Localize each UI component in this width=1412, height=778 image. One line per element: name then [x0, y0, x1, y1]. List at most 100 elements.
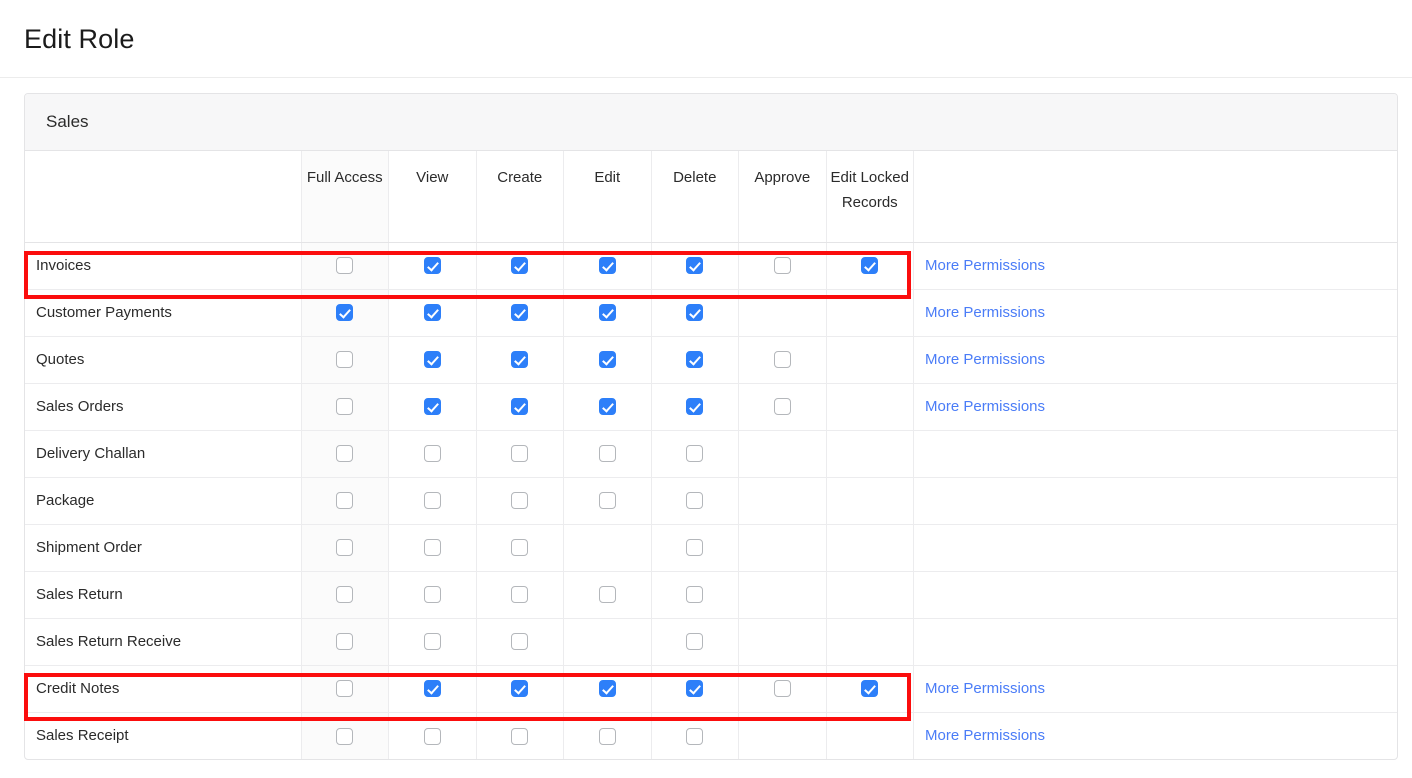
checkbox-approve[interactable] — [774, 398, 791, 415]
checkbox-view[interactable] — [424, 539, 441, 556]
checkbox-view[interactable] — [424, 728, 441, 745]
cell-edit-locked-records — [826, 242, 914, 289]
checkbox-full-access[interactable] — [336, 351, 353, 368]
more-permissions-link[interactable]: More Permissions — [925, 727, 1045, 744]
checkbox-delete[interactable] — [686, 257, 703, 274]
checkbox-view[interactable] — [424, 680, 441, 697]
checkbox-create[interactable] — [511, 304, 528, 321]
checkbox-full-access[interactable] — [336, 257, 353, 274]
checkbox-edit[interactable] — [599, 351, 616, 368]
checkbox-edit[interactable] — [599, 492, 616, 509]
cell-edit-locked-records — [826, 618, 914, 665]
table-row: Sales OrdersMore Permissions — [25, 383, 1398, 430]
cell-create — [476, 242, 564, 289]
column-header-view: View — [389, 151, 477, 242]
checkbox-create[interactable] — [511, 445, 528, 462]
checkbox-placeholder — [861, 302, 878, 319]
checkbox-delete[interactable] — [686, 398, 703, 415]
row-label: Sales Return — [25, 571, 301, 618]
checkbox-create[interactable] — [511, 492, 528, 509]
cell-create — [476, 430, 564, 477]
checkbox-create[interactable] — [511, 633, 528, 650]
cell-delete — [651, 618, 739, 665]
checkbox-full-access[interactable] — [336, 539, 353, 556]
column-header-more — [914, 151, 1399, 242]
cell-delete — [651, 571, 739, 618]
cell-full-access — [301, 336, 389, 383]
checkbox-create[interactable] — [511, 257, 528, 274]
cell-more-permissions: More Permissions — [914, 383, 1399, 430]
checkbox-edit[interactable] — [599, 257, 616, 274]
checkbox-view[interactable] — [424, 492, 441, 509]
cell-edit-locked-records — [826, 383, 914, 430]
checkbox-edit-locked-records[interactable] — [861, 257, 878, 274]
row-label: Customer Payments — [25, 289, 301, 336]
checkbox-delete[interactable] — [686, 304, 703, 321]
checkbox-full-access[interactable] — [336, 445, 353, 462]
checkbox-view[interactable] — [424, 398, 441, 415]
checkbox-full-access[interactable] — [336, 304, 353, 321]
checkbox-full-access[interactable] — [336, 633, 353, 650]
checkbox-edit[interactable] — [599, 680, 616, 697]
column-header-full-access: Full Access — [301, 151, 389, 242]
cell-edit — [564, 524, 652, 571]
checkbox-delete[interactable] — [686, 680, 703, 697]
more-permissions-link[interactable]: More Permissions — [925, 304, 1045, 321]
checkbox-delete[interactable] — [686, 492, 703, 509]
more-permissions-link[interactable]: More Permissions — [925, 398, 1045, 415]
checkbox-view[interactable] — [424, 351, 441, 368]
checkbox-view[interactable] — [424, 633, 441, 650]
checkbox-create[interactable] — [511, 398, 528, 415]
checkbox-full-access[interactable] — [336, 586, 353, 603]
checkbox-placeholder — [774, 490, 791, 507]
cell-more-permissions: More Permissions — [914, 289, 1399, 336]
checkbox-view[interactable] — [424, 257, 441, 274]
checkbox-approve[interactable] — [774, 680, 791, 697]
checkbox-edit[interactable] — [599, 398, 616, 415]
checkbox-view[interactable] — [424, 445, 441, 462]
checkbox-create[interactable] — [511, 539, 528, 556]
checkbox-edit[interactable] — [599, 728, 616, 745]
more-permissions-link[interactable]: More Permissions — [925, 257, 1045, 274]
checkbox-full-access[interactable] — [336, 398, 353, 415]
checkbox-full-access[interactable] — [336, 492, 353, 509]
row-label: Package — [25, 477, 301, 524]
checkbox-delete[interactable] — [686, 445, 703, 462]
checkbox-create[interactable] — [511, 351, 528, 368]
cell-view — [389, 665, 477, 712]
checkbox-placeholder — [774, 302, 791, 319]
checkbox-delete[interactable] — [686, 586, 703, 603]
checkbox-full-access[interactable] — [336, 680, 353, 697]
checkbox-edit[interactable] — [599, 304, 616, 321]
cell-create — [476, 477, 564, 524]
checkbox-placeholder — [599, 631, 616, 648]
cell-edit-locked-records — [826, 524, 914, 571]
checkbox-delete[interactable] — [686, 351, 703, 368]
row-label: Invoices — [25, 242, 301, 289]
checkbox-full-access[interactable] — [336, 728, 353, 745]
checkbox-create[interactable] — [511, 586, 528, 603]
checkbox-delete[interactable] — [686, 728, 703, 745]
cell-approve — [739, 430, 827, 477]
cell-edit — [564, 712, 652, 759]
checkbox-create[interactable] — [511, 728, 528, 745]
checkbox-edit-locked-records[interactable] — [861, 680, 878, 697]
table-header-row: Full Access View Create Edit Delete Appr… — [25, 151, 1398, 242]
checkbox-view[interactable] — [424, 304, 441, 321]
cell-approve — [739, 665, 827, 712]
cell-view — [389, 430, 477, 477]
checkbox-create[interactable] — [511, 680, 528, 697]
checkbox-edit[interactable] — [599, 445, 616, 462]
checkbox-delete[interactable] — [686, 539, 703, 556]
more-permissions-link[interactable]: More Permissions — [925, 351, 1045, 368]
checkbox-approve[interactable] — [774, 351, 791, 368]
checkbox-edit[interactable] — [599, 586, 616, 603]
checkbox-view[interactable] — [424, 586, 441, 603]
more-permissions-link[interactable]: More Permissions — [925, 680, 1045, 697]
checkbox-approve[interactable] — [774, 257, 791, 274]
checkbox-delete[interactable] — [686, 633, 703, 650]
table-row: Customer Payments More Permissions — [25, 289, 1398, 336]
cell-approve — [739, 618, 827, 665]
table-row: Sales Return Receive — [25, 618, 1398, 665]
cell-delete — [651, 430, 739, 477]
